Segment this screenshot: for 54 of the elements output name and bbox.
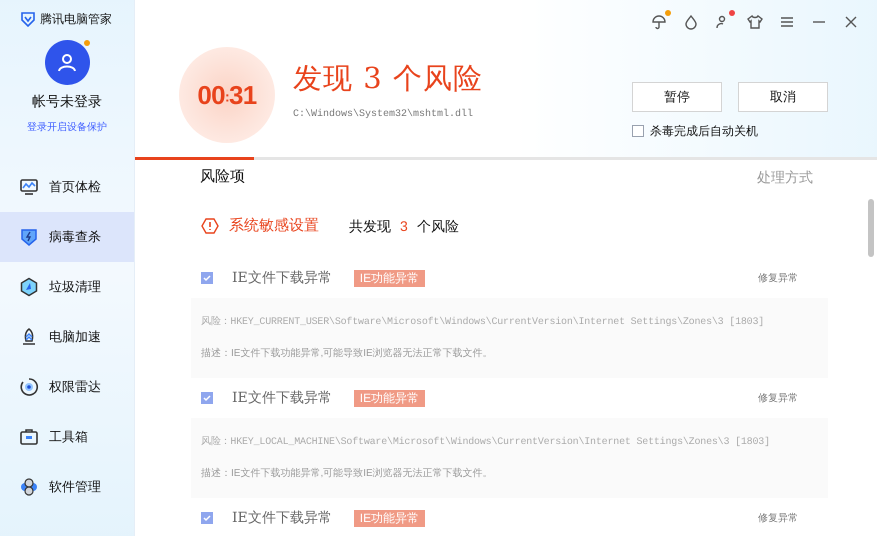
risk-tag: IE功能异常 xyxy=(354,390,426,406)
umbrella-icon[interactable] xyxy=(651,14,667,30)
column-header: 风险项 xyxy=(200,166,245,187)
fix-link[interactable]: 修复异常 xyxy=(758,270,798,286)
radar-icon xyxy=(19,377,39,397)
scan-path: C:\Windows\System32\mshtml.dll xyxy=(293,108,474,122)
drop-icon[interactable] xyxy=(683,14,699,30)
risk-name: IE文件下载异常 xyxy=(232,508,332,528)
check-icon xyxy=(202,393,212,403)
check-icon xyxy=(202,273,212,283)
column-header: 处理方式 xyxy=(757,168,813,186)
fix-link[interactable]: 修复异常 xyxy=(758,510,798,526)
sidebar-item[interactable]: 电脑加速 xyxy=(0,312,134,362)
hexagon-icon xyxy=(19,277,39,297)
risk-tag: IE功能异常 xyxy=(354,510,426,526)
risk-name: IE文件下载异常 xyxy=(232,388,332,408)
cancel-button[interactable]: 取消 xyxy=(738,82,828,112)
close-icon[interactable] xyxy=(843,14,859,30)
app-title: 腾讯电脑管家 xyxy=(40,11,112,28)
pause-button[interactable]: 暂停 xyxy=(632,82,722,112)
checkbox[interactable] xyxy=(632,125,644,137)
avatar[interactable] xyxy=(44,40,90,85)
sidebar-item[interactable]: 病毒查杀 xyxy=(0,212,134,262)
risk-name: IE文件下载异常 xyxy=(232,268,332,288)
risk-tag: IE功能异常 xyxy=(354,270,426,286)
risk-description: 描述：IE文件下载功能异常,可能导致IE浏览器无法正常下载文件。 xyxy=(201,346,494,361)
group-summary: 共发现 3 个风险 xyxy=(349,216,459,236)
auto-shutdown-label: 杀毒完成后自动关机 xyxy=(650,123,758,140)
fix-link[interactable]: 修复异常 xyxy=(758,390,798,406)
clover-icon xyxy=(19,477,39,497)
shirt-icon[interactable] xyxy=(747,14,763,30)
account-name: 帐号未登录 xyxy=(31,92,103,111)
checkbox[interactable] xyxy=(201,392,213,404)
risk-path: 风险：HKEY_LOCAL_MACHINE\Software\Microsoft\Windows\CurrentVersion\Internet Settings\Zones\3 [1803] xyxy=(201,435,771,450)
scrollbar-thumb[interactable] xyxy=(868,199,874,257)
warning-icon xyxy=(201,217,219,235)
checkbox[interactable] xyxy=(201,512,213,524)
timer-dial: 00:31 xyxy=(179,47,275,143)
risk-path: 风险：HKEY_CURRENT_USER\Software\Microsoft\Windows\CurrentVersion\Internet Settings\Zones\3 [1803] xyxy=(201,315,766,330)
scan-title: 发现 3 个风险 xyxy=(293,64,483,93)
sidebar-item[interactable]: 软件管理 xyxy=(0,462,134,512)
shield-logo-icon xyxy=(20,11,36,27)
sidebar-item[interactable]: 工具箱 xyxy=(0,412,134,462)
risk-description: 描述：IE文件下载功能异常,可能导致IE浏览器无法正常下载文件。 xyxy=(201,466,494,481)
group-title: 系统敏感设置 xyxy=(229,216,319,236)
sidebar-item[interactable]: 首页体检 xyxy=(0,162,134,212)
check-icon xyxy=(202,513,212,523)
monitor-icon xyxy=(19,177,39,197)
checkbox[interactable] xyxy=(201,272,213,284)
sidebar-item[interactable]: 权限雷达 xyxy=(0,362,134,412)
sidebar-item[interactable]: 垃圾清理 xyxy=(0,262,134,312)
shield-icon xyxy=(19,227,39,247)
toolbox-icon xyxy=(19,427,39,447)
login-link[interactable]: 登录开启设备保护 xyxy=(0,120,134,135)
